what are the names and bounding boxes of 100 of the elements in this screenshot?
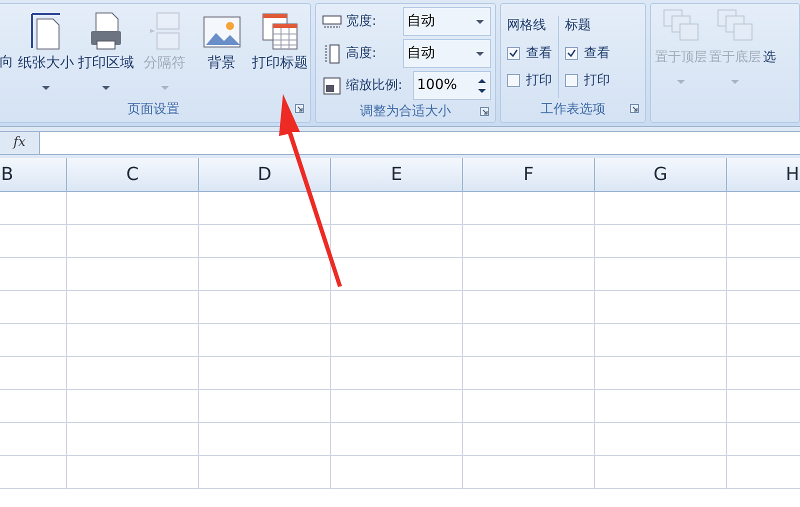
grid-cell[interactable]: [331, 291, 463, 324]
grid-cell[interactable]: [199, 423, 331, 456]
group-label: 工作表选项: [540, 101, 606, 120]
table-pages-icon: [260, 11, 300, 51]
column-header[interactable]: C: [67, 158, 199, 192]
column-header[interactable]: H: [727, 158, 800, 192]
grid-cell[interactable]: [0, 456, 67, 489]
grid-cell[interactable]: [463, 390, 595, 423]
height-icon: [323, 44, 341, 64]
ribbon-button[interactable]: 背景: [193, 7, 250, 74]
column-title: 网格线: [507, 17, 547, 35]
grid-cell[interactable]: [463, 192, 595, 225]
caret-icon: [102, 86, 110, 90]
ribbon-button[interactable]: 向: [0, 7, 16, 73]
ribbon-button[interactable]: 打印标题: [250, 7, 310, 74]
caret-icon: [731, 80, 739, 84]
ribbon-button[interactable]: 选: [763, 8, 776, 68]
grid-cell[interactable]: [595, 456, 727, 489]
group-label: 调整为合适大小: [360, 102, 451, 121]
grid-cell[interactable]: [67, 291, 199, 324]
grid-cell[interactable]: [331, 324, 463, 357]
column-header[interactable]: F: [463, 158, 595, 192]
checkbox[interactable]: [507, 46, 520, 60]
column-header[interactable]: E: [331, 158, 463, 192]
grid-cell[interactable]: [67, 192, 199, 225]
spin-arrows-icon[interactable]: [478, 78, 486, 94]
column-header[interactable]: D: [199, 158, 331, 192]
grid-cell[interactable]: [463, 456, 595, 489]
grid-cell[interactable]: [595, 225, 727, 258]
grid-cell[interactable]: [67, 390, 199, 423]
scale-spinner[interactable]: 100%: [413, 71, 491, 100]
caret-icon: [476, 52, 484, 56]
checkbox-label: 打印: [526, 72, 552, 90]
checkbox[interactable]: [507, 74, 520, 88]
ribbon-button[interactable]: 打印区域: [76, 7, 136, 90]
grid-cell[interactable]: [0, 423, 67, 456]
field-label: 高度:: [346, 44, 376, 63]
grid-cell[interactable]: [463, 423, 595, 456]
grid-cell[interactable]: [595, 390, 727, 423]
grid-cell[interactable]: [0, 357, 67, 390]
grid-cell[interactable]: [67, 225, 199, 258]
grid-cell[interactable]: [331, 192, 463, 225]
caret-icon: [42, 86, 50, 90]
dropdown-field[interactable]: 自动: [403, 39, 491, 68]
grid-cell[interactable]: [199, 456, 331, 489]
field-label: 缩放比例:: [346, 76, 402, 95]
grid-cell[interactable]: [463, 258, 595, 291]
grid-cell[interactable]: [595, 324, 727, 357]
column-header[interactable]: G: [595, 158, 727, 192]
grid-cell[interactable]: [67, 258, 199, 291]
grid-cell[interactable]: [0, 390, 67, 423]
dropdown-field[interactable]: 自动: [403, 7, 491, 36]
grid-cell[interactable]: [595, 258, 727, 291]
grid-cell[interactable]: [67, 324, 199, 357]
caret-icon: [160, 86, 169, 90]
grid-cell[interactable]: [0, 225, 67, 258]
column-header[interactable]: B: [0, 158, 67, 192]
grid-cell[interactable]: [331, 357, 463, 390]
grid-cell[interactable]: [0, 291, 67, 324]
checkbox-label: 查看: [584, 44, 610, 62]
grid-cell[interactable]: [595, 192, 727, 225]
grid-cell[interactable]: [199, 357, 331, 390]
dialog-launcher-icon[interactable]: [295, 104, 304, 113]
grid-cell[interactable]: [0, 258, 67, 291]
width-icon: [322, 14, 342, 30]
checkbox[interactable]: [565, 74, 578, 88]
checkbox[interactable]: [565, 46, 578, 60]
ribbon-button[interactable]: 纸张大小: [16, 7, 76, 90]
grid-cell[interactable]: [463, 225, 595, 258]
grid-cell[interactable]: [199, 324, 331, 357]
grid-cell[interactable]: [463, 357, 595, 390]
grid-cell[interactable]: [199, 291, 331, 324]
grid-cell[interactable]: [199, 390, 331, 423]
grid-cell[interactable]: [67, 357, 199, 390]
grid-cell[interactable]: [331, 423, 463, 456]
grid-cell[interactable]: [595, 357, 727, 390]
grid-cell[interactable]: [331, 456, 463, 489]
grid-cell[interactable]: [0, 192, 67, 225]
checkbox-label: 查看: [526, 44, 552, 62]
scale-icon: [323, 76, 341, 94]
grid-cell[interactable]: [595, 291, 727, 324]
column-title: 标题: [565, 17, 592, 35]
function-button[interactable]: fx: [0, 132, 40, 154]
grid-cell[interactable]: [0, 324, 67, 357]
checkbox-label: 打印: [584, 72, 610, 90]
grid-cell[interactable]: [67, 423, 199, 456]
grid-cell[interactable]: [331, 390, 463, 423]
check-icon: [509, 48, 518, 58]
grid-cell[interactable]: [331, 225, 463, 258]
grid-cell[interactable]: [463, 291, 595, 324]
dialog-launcher-icon[interactable]: [480, 107, 489, 116]
check-icon: [567, 48, 576, 58]
group-label: 页面设置: [128, 101, 180, 120]
grid-cell[interactable]: [595, 423, 727, 456]
grid-cell[interactable]: [463, 324, 595, 357]
dialog-launcher-icon[interactable]: [630, 104, 639, 113]
grid-cell[interactable]: [67, 456, 199, 489]
caret-icon: [476, 20, 484, 24]
field-label: 宽度:: [346, 12, 376, 31]
caret-icon: [677, 80, 685, 84]
